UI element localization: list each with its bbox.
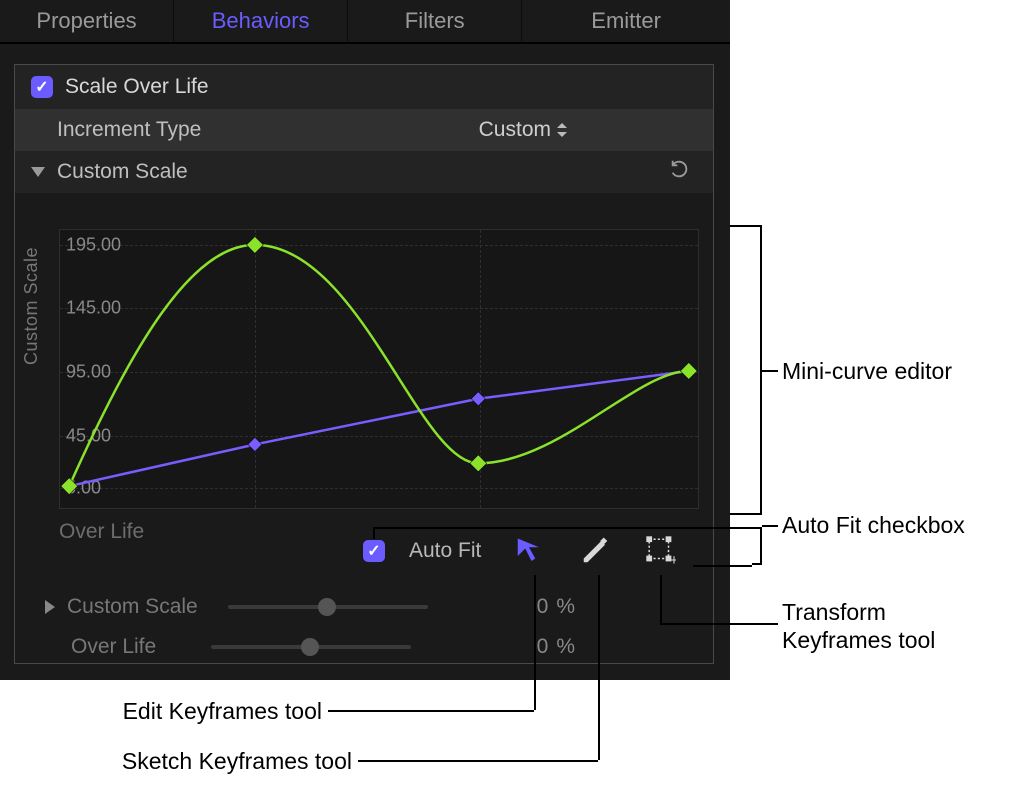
transform-keyframes-tool[interactable]: + <box>643 533 679 569</box>
custom-scale-header[interactable]: Custom Scale <box>15 151 713 193</box>
param-value[interactable]: 0 <box>537 635 549 659</box>
series-custom-scale[interactable] <box>69 245 689 486</box>
slider-thumb[interactable] <box>318 598 336 616</box>
tab-emitter[interactable]: Emitter <box>522 0 730 42</box>
behavior-title: Scale Over Life <box>65 75 209 99</box>
chevron-down-icon <box>31 167 45 177</box>
reset-icon[interactable] <box>669 158 691 186</box>
svg-text:+: + <box>670 552 676 566</box>
anno-bracket <box>752 225 762 515</box>
param-label: Over Life <box>71 635 156 659</box>
graph-toolbar: ✓ Auto Fit + <box>363 533 679 569</box>
behavior-enable-checkbox[interactable]: ✓ <box>31 76 53 98</box>
auto-fit-label: Auto Fit <box>409 539 481 563</box>
anno-bracket <box>752 527 762 565</box>
keyframe[interactable] <box>680 363 697 380</box>
mini-curve-editor[interactable]: 5.00 45.00 95.00 145.00 195.00 <box>59 229 699 509</box>
tab-properties[interactable]: Properties <box>0 0 174 42</box>
select-caret-icon <box>557 123 567 137</box>
slider-thumb[interactable] <box>301 638 319 656</box>
param-unit: % <box>556 595 575 619</box>
keyframe[interactable] <box>471 392 485 406</box>
auto-fit-checkbox[interactable]: ✓ <box>363 540 385 562</box>
param-label: Custom Scale <box>67 595 198 619</box>
param-slider[interactable] <box>228 605 428 609</box>
chevron-right-icon[interactable] <box>45 600 55 614</box>
series-over-life[interactable] <box>69 371 689 486</box>
increment-type-select[interactable]: Custom <box>479 118 567 142</box>
anno-auto-fit: Auto Fit checkbox <box>782 512 965 539</box>
graph-y-axis-label: Custom Scale <box>21 247 42 365</box>
param-slider[interactable] <box>211 645 411 649</box>
anno-mini-curve: Mini-curve editor <box>782 358 952 385</box>
anno-edit: Edit Keyframes tool <box>123 698 322 725</box>
keyframe[interactable] <box>61 478 78 495</box>
curve-canvas[interactable] <box>60 230 698 508</box>
tab-behaviors[interactable]: Behaviors <box>174 0 348 42</box>
increment-type-label: Increment Type <box>57 118 201 142</box>
inspector-panel: Properties Behaviors Filters Emitter ✓ S… <box>0 0 730 680</box>
tab-filters[interactable]: Filters <box>348 0 522 42</box>
custom-scale-label: Custom Scale <box>57 160 188 184</box>
graph-x-axis-label: Over Life <box>59 520 144 544</box>
tab-bar: Properties Behaviors Filters Emitter <box>0 0 730 44</box>
keyframe[interactable] <box>470 455 487 472</box>
param-unit: % <box>556 635 575 659</box>
edit-keyframes-tool[interactable] <box>511 533 547 569</box>
keyframe[interactable] <box>246 236 263 253</box>
behavior-panel: ✓ Scale Over Life Increment Type Custom … <box>14 64 714 664</box>
anno-transform: Transform Keyframes tool <box>782 598 982 654</box>
increment-type-row: Increment Type Custom <box>15 109 713 151</box>
sketch-keyframes-tool[interactable] <box>577 533 613 569</box>
behavior-header: ✓ Scale Over Life <box>15 65 713 109</box>
anno-sketch: Sketch Keyframes tool <box>122 748 352 775</box>
param-value[interactable]: 0 <box>537 595 549 619</box>
increment-type-value: Custom <box>479 118 551 142</box>
keyframe[interactable] <box>248 437 262 451</box>
